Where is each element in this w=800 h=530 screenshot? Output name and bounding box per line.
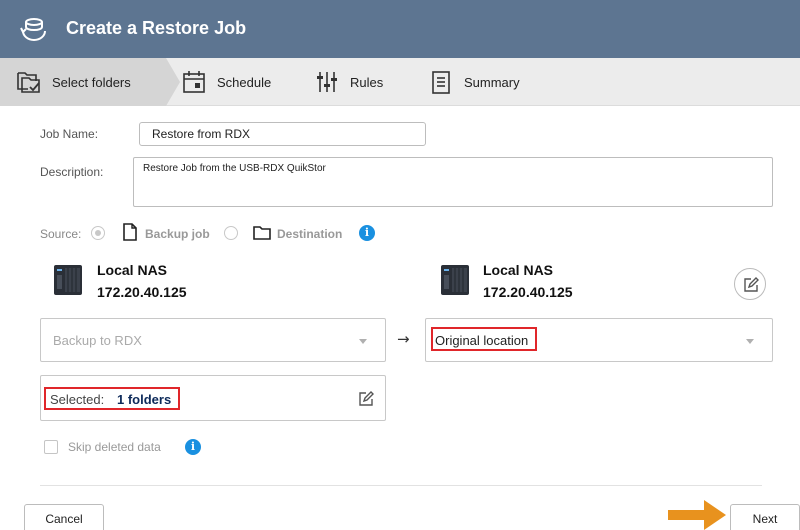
title-bar: Create a Restore Job [0, 0, 800, 58]
edit-icon[interactable] [358, 391, 374, 407]
step-label-select-folders: Select folders [52, 74, 131, 90]
step-label-schedule: Schedule [217, 74, 272, 90]
next-button[interactable]: Next [730, 504, 800, 530]
job-name-label: Job Name: [40, 127, 99, 141]
edit-icon [744, 277, 759, 292]
step-rules[interactable]: Rules [314, 58, 383, 106]
source-backup-select[interactable]: Backup to RDX [40, 318, 386, 362]
source-backup-job-label: Backup job [145, 227, 210, 241]
step-label-summary: Summary [464, 74, 520, 90]
footer-divider [40, 485, 762, 486]
calendar-icon [183, 71, 205, 93]
step-label-rules: Rules [350, 74, 384, 90]
wizard-steps: Select folders Schedule Rules Summary [0, 58, 800, 106]
description-label: Description: [40, 165, 104, 179]
cancel-button[interactable]: Cancel [24, 504, 104, 530]
step-schedule[interactable]: Schedule [181, 58, 271, 106]
active-step-arrow [166, 58, 180, 106]
source-backup-job-radio[interactable] [91, 226, 105, 240]
select-folders-icon [17, 72, 40, 93]
mapping-arrow: → [397, 330, 410, 348]
sliders-icon [317, 72, 337, 92]
source-destination-label: Destination [277, 227, 343, 241]
highlight-box [431, 327, 537, 351]
clipboard-icon [432, 71, 450, 94]
restore-icon [20, 18, 46, 41]
nas-device-icon [441, 265, 469, 295]
description-textarea[interactable]: Restore Job from the USB-RDX QuikStor [133, 157, 773, 207]
info-icon[interactable]: i [185, 439, 201, 455]
chevron-down-icon [746, 339, 754, 344]
window-title: Create a Restore Job [66, 18, 247, 38]
source-nas-name: Local NAS [97, 262, 168, 278]
edit-destination-button[interactable] [734, 268, 766, 300]
chevron-down-icon [359, 339, 367, 344]
pointer-arrow-icon [668, 500, 726, 530]
target-nas-name: Local NAS [483, 262, 554, 278]
folder-icon [253, 226, 271, 240]
skip-deleted-label: Skip deleted data [68, 440, 161, 454]
skip-deleted-checkbox[interactable] [44, 440, 58, 454]
target-nas-ip: 172.20.40.125 [483, 284, 573, 300]
step-summary[interactable]: Summary [428, 58, 520, 106]
step-select-folders[interactable]: Select folders [0, 58, 166, 106]
file-icon [123, 223, 137, 241]
nas-device-icon [54, 265, 82, 295]
source-label: Source: [40, 227, 82, 241]
source-nas-ip: 172.20.40.125 [97, 284, 187, 300]
info-icon[interactable]: i [359, 225, 375, 241]
source-destination-radio[interactable] [224, 226, 238, 240]
job-name-input[interactable]: Restore from RDX [139, 122, 426, 146]
source-backup-select-value: Backup to RDX [53, 333, 142, 348]
highlight-box [44, 387, 180, 410]
